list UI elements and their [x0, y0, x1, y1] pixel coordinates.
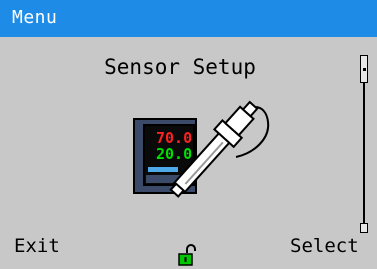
scrollbar[interactable] — [360, 55, 368, 233]
sensor-setup-icon[interactable]: 70.0 20.0 — [126, 77, 276, 207]
scrollbar-track — [363, 83, 365, 223]
display-indicator-bar — [148, 167, 178, 172]
unlocked-padlock-icon — [178, 244, 196, 266]
exit-softkey[interactable]: Exit — [14, 235, 60, 257]
menu-title: Menu — [12, 7, 58, 28]
select-softkey[interactable]: Select — [290, 235, 359, 257]
device-screen: Menu Sensor Setup 70.0 20.0 Exit Select — [0, 0, 377, 269]
sensor-setup-graphic: 70.0 20.0 — [133, 100, 270, 198]
display-value-green: 20.0 — [156, 145, 192, 163]
title-bar: Menu — [0, 0, 377, 37]
scrollbar-thumb[interactable] — [360, 55, 368, 83]
menu-item-heading: Sensor Setup — [104, 55, 256, 79]
menu-content: Sensor Setup 70.0 20.0 Exit Select — [0, 37, 377, 269]
scrollbar-end — [360, 223, 368, 233]
